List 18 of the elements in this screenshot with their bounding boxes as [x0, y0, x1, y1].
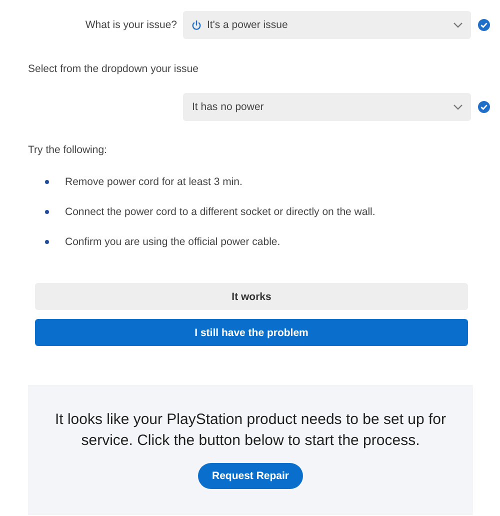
steps-heading: Try the following: — [28, 144, 108, 156]
step-text: Connect the power cord to a different socket or directly on the wall. — [65, 206, 376, 218]
step-text: Confirm you are using the official power cable. — [65, 236, 280, 248]
works-button[interactable]: It works — [35, 283, 468, 310]
request-repair-button[interactable]: Request Repair — [198, 463, 304, 489]
problem-button[interactable]: I still have the problem — [35, 319, 468, 346]
step-text: Remove power cord for at least 3 min. — [65, 176, 242, 188]
power-icon — [191, 20, 202, 30]
bullet-icon — [45, 210, 49, 214]
dropdown-field[interactable]: It has no power — [183, 93, 471, 121]
prompt-text: Select from the dropdown your issue — [28, 63, 200, 75]
chevron-down-icon — [453, 104, 463, 110]
service-message: It looks like your PlayStation product needs to be set up for service. Click the button below to start the process. — [54, 410, 448, 451]
chevron-down-icon — [453, 22, 463, 28]
bullet-icon — [45, 180, 49, 184]
dropdown-field[interactable]: It's a power issue — [183, 11, 471, 39]
issue-label: What is your issue? — [85, 19, 177, 31]
bullet-icon — [45, 240, 49, 244]
